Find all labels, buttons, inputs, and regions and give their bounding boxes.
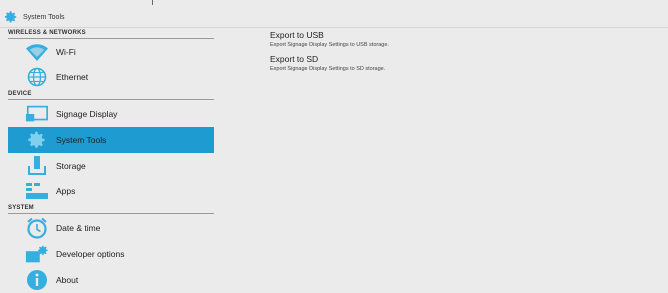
gear-icon	[25, 129, 49, 151]
top-marker	[152, 0, 153, 5]
sidebar-item-label: Developer options	[56, 249, 125, 259]
export-to-sd-action[interactable]: Export to SD Export Signage Display Sett…	[270, 54, 570, 73]
title-bar: System Tools	[0, 7, 668, 28]
sidebar-item-wifi[interactable]: Wi-Fi	[0, 39, 216, 65]
clock-icon	[25, 217, 49, 239]
section-device: DEVICE	[8, 90, 214, 100]
sidebar-item-label: Ethernet	[56, 72, 89, 82]
sidebar-item-label: Storage	[56, 161, 86, 171]
sidebar-item-signage-display[interactable]: Signage Display	[0, 101, 216, 127]
apps-icon	[25, 180, 49, 202]
globe-icon	[25, 66, 49, 88]
sidebar-item-apps[interactable]: Apps	[0, 178, 216, 204]
sidebar-item-label: Apps	[56, 186, 76, 196]
sidebar-item-about[interactable]: About	[0, 267, 216, 293]
storage-icon	[25, 155, 49, 177]
export-to-usb-action[interactable]: Export to USB Export Signage Display Set…	[270, 30, 570, 49]
sidebar-item-label: Date & time	[56, 223, 101, 233]
sidebar-item-label: About	[56, 275, 79, 285]
sidebar-item-developer-options[interactable]: Developer options	[0, 241, 216, 267]
sidebar: WIRELESS & NETWORKS Wi-Fi Ethernet DEVIC…	[0, 28, 216, 290]
sidebar-item-label: Signage Display	[56, 109, 118, 119]
sidebar-item-ethernet[interactable]: Ethernet	[0, 64, 216, 90]
display-icon	[25, 103, 49, 125]
wifi-icon	[25, 41, 49, 63]
sidebar-item-label: Wi-Fi	[56, 47, 76, 57]
section-system: SYSTEM	[8, 204, 214, 214]
action-description: Export Signage Display Settings to SD st…	[270, 66, 386, 72]
action-title: Export to USB	[270, 30, 324, 40]
window-title: System Tools	[23, 13, 65, 21]
sidebar-item-storage[interactable]: Storage	[0, 153, 216, 179]
action-description: Export Signage Display Settings to USB s…	[270, 42, 389, 48]
sidebar-item-label: System Tools	[56, 135, 107, 145]
section-wireless-networks: WIRELESS & NETWORKS	[8, 29, 214, 39]
action-title: Export to SD	[270, 54, 319, 64]
developer-icon	[25, 243, 49, 265]
sidebar-item-system-tools[interactable]: System Tools	[8, 127, 214, 153]
gear-icon	[4, 10, 18, 24]
sidebar-item-date-time[interactable]: Date & time	[0, 215, 216, 241]
